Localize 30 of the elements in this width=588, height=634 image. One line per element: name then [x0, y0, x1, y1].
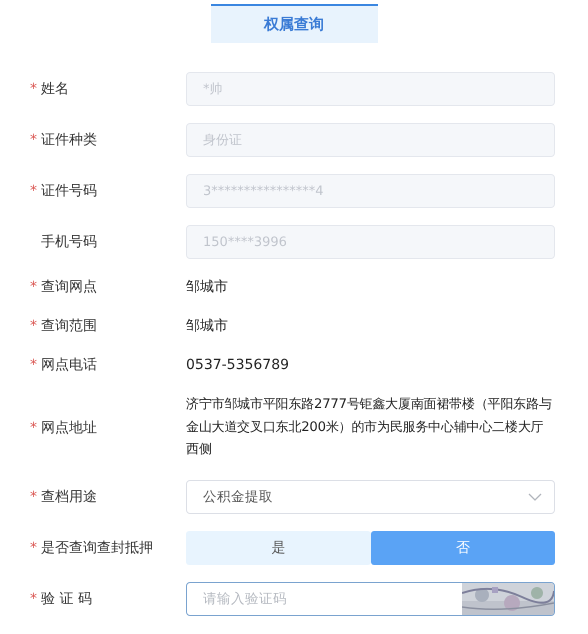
- required-mark: *: [30, 488, 38, 504]
- toggle-option[interactable]: 否: [370, 530, 555, 564]
- field-label: 姓名: [41, 80, 69, 98]
- field-label: 网点电话: [41, 356, 97, 374]
- required-mark: *: [30, 420, 38, 436]
- field-label: 证件号码: [41, 182, 97, 200]
- select-field[interactable]: 公积金提取: [186, 480, 555, 514]
- toggle-option[interactable]: 是: [186, 530, 370, 564]
- required-mark: *: [30, 590, 38, 606]
- required-mark: *: [30, 279, 38, 295]
- field-label: 网点地址: [41, 418, 97, 437]
- field-value: 济宁市邹城市平阳东路2777号钜鑫大厦南面裙带楼（平阳东路与金山大道交叉口东北200米）的市为民服务中心辅中心二楼大厅西侧: [186, 396, 553, 459]
- field-label: 查档用途: [41, 488, 97, 506]
- required-mark: *: [30, 540, 38, 556]
- field-label: 验 证 码: [41, 590, 92, 608]
- field-label: 手机号码: [41, 233, 97, 251]
- required-mark: *: [30, 318, 38, 334]
- required-mark: *: [30, 357, 38, 373]
- field-label: 证件种类: [41, 131, 97, 149]
- tab[interactable]: 权属查询: [210, 4, 378, 43]
- field-value: 0537-5356789: [186, 356, 290, 375]
- field-value: 邹城市: [186, 278, 229, 297]
- field-label: 查询网点: [41, 278, 97, 296]
- field-label: 查询范围: [41, 317, 97, 335]
- field-label: 是否查询查封抵押: [41, 538, 153, 556]
- required-mark: *: [30, 132, 38, 148]
- required-mark: *: [30, 81, 38, 97]
- required-mark: *: [30, 183, 38, 199]
- field-value: 邹城市: [186, 317, 229, 336]
- chevron-down-icon: [528, 492, 542, 500]
